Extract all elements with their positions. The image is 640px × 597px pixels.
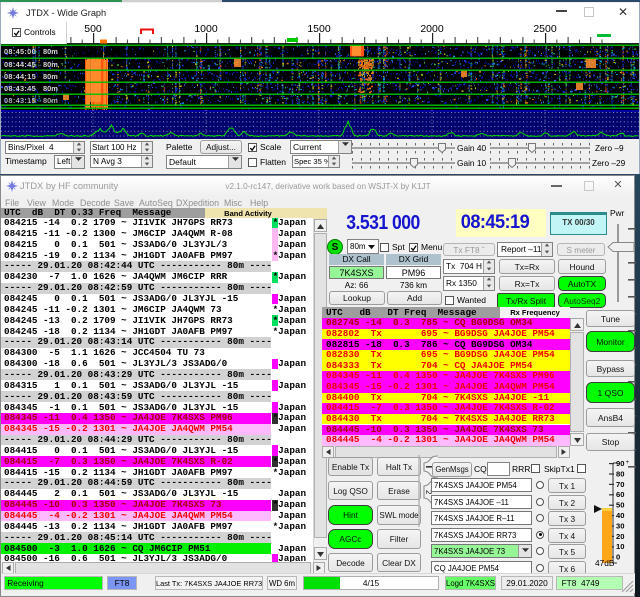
svg-text:Gain 40: Gain 40 <box>457 143 486 153</box>
svg-text:80: 80 <box>616 469 624 478</box>
svg-text:60: 60 <box>616 490 624 499</box>
svg-text:30: 30 <box>616 521 624 530</box>
svg-text:Zero –9: Zero –9 <box>595 143 624 153</box>
svg-text:40: 40 <box>616 511 624 520</box>
svg-text:1500: 1500 <box>307 23 331 35</box>
svg-text:Zero –29: Zero –29 <box>592 158 626 168</box>
svg-text:08:44:45: 08:44:45 <box>4 60 36 69</box>
svg-text:70: 70 <box>616 480 624 489</box>
svg-text:08:43:15: 08:43:15 <box>4 96 36 105</box>
svg-text:80m: 80m <box>43 84 58 93</box>
svg-text:08:44:15: 08:44:15 <box>4 72 36 81</box>
svg-text:2000: 2000 <box>420 23 444 35</box>
svg-text:500: 500 <box>84 23 102 35</box>
svg-text:+: + <box>626 460 630 466</box>
svg-text:1000: 1000 <box>194 23 218 35</box>
svg-text:80m: 80m <box>43 60 58 69</box>
svg-text:2500: 2500 <box>533 23 557 35</box>
svg-text:10: 10 <box>616 542 624 551</box>
svg-text:90: 90 <box>616 459 624 468</box>
svg-text:80m: 80m <box>43 47 58 56</box>
svg-text:50: 50 <box>616 501 624 510</box>
svg-text:Gain 10: Gain 10 <box>457 158 486 168</box>
svg-text:20: 20 <box>616 532 624 541</box>
svg-text:80m: 80m <box>43 96 58 105</box>
svg-text:08:45:00: 08:45:00 <box>4 47 36 56</box>
svg-text:80m: 80m <box>43 72 58 81</box>
svg-text:08:43:45: 08:43:45 <box>4 84 36 93</box>
